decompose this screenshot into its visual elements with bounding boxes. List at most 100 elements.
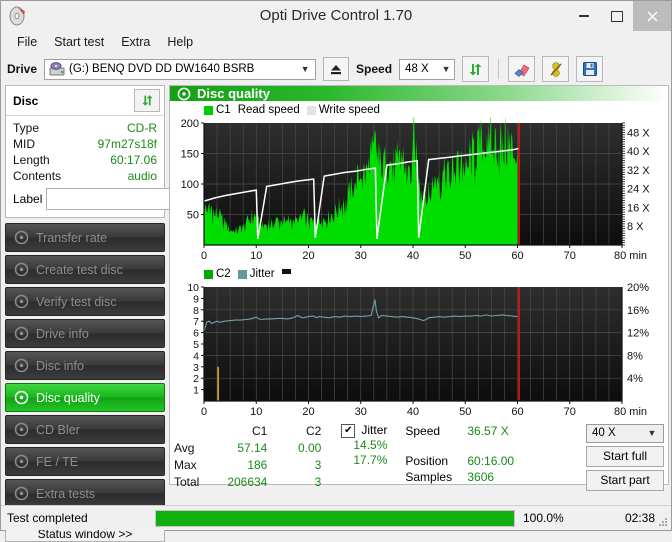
test-speed-select[interactable]: 40 X ▼ [586,424,664,443]
sidebar-item-label: Drive info [36,326,89,341]
stats-c2-value: 3 [314,458,322,472]
svg-text:60: 60 [511,406,523,418]
stats-col-c1: C1 [252,424,268,438]
progress-bar [155,509,515,527]
drive-value: (G:) BENQ DVD DD DW1640 BSRB [69,63,255,75]
svg-text:150: 150 [181,149,199,161]
start-part-button[interactable]: Start part [586,469,664,491]
window-controls [567,1,671,31]
svg-text:9: 9 [193,293,199,305]
stats-c2-value: 0.00 [298,441,322,455]
sidebar-item-transfer-rate[interactable]: Transfer rate [5,223,165,252]
legend-swatch [204,105,213,115]
disc-icon [14,358,29,373]
sidebar-item-create-test-disc[interactable]: Create test disc [5,255,165,284]
svg-text:3: 3 [193,362,199,374]
disc-key: Type [13,121,40,135]
svg-text:4%: 4% [627,373,643,385]
legend-swatch [237,269,247,279]
disc-value: 60:17.06 [110,153,157,167]
svg-text:7: 7 [193,316,199,328]
sidebar-item-disc-quality[interactable]: Disc quality [5,383,165,412]
sidebar-item-label: FE / TE [36,454,79,469]
menu-help[interactable]: Help [159,33,201,51]
sidebar-item-label: Verify test disc [36,294,117,309]
stats-header-row: C1 C2 [174,423,327,440]
refresh-button[interactable] [462,56,490,82]
disc-row-mid: MID 97m27s18f [13,136,157,152]
svg-text:1: 1 [193,385,199,397]
svg-text:40: 40 [407,406,419,418]
table-row: Total 206634 3 [174,474,327,491]
close-button[interactable] [633,1,671,31]
svg-text:100: 100 [181,179,199,191]
sidebar-item-extra-tests[interactable]: Extra tests [5,479,165,508]
drive-select[interactable]: (G:) BENQ DVD DD DW1640 BSRB ▼ [44,58,317,80]
erase-button[interactable] [508,56,536,82]
svg-text:8%: 8% [627,350,643,362]
maximize-button[interactable] [600,1,633,31]
toolbar-separator [498,59,500,79]
sidebar-item-cd-bler[interactable]: CD Bler [5,415,165,444]
menu-start-test[interactable]: Start test [46,33,112,51]
tools-button[interactable] [542,56,570,82]
legend-label: Read speed [237,104,300,116]
eject-button[interactable] [323,57,350,81]
minimize-button[interactable] [567,1,600,31]
sidebar-item-label: Extra tests [36,486,96,501]
chevron-down-icon: ▼ [300,64,310,74]
speed-label: Speed [356,62,393,76]
start-full-button[interactable]: Start full [586,445,664,467]
svg-text:24 X: 24 X [627,184,650,196]
svg-text:12%: 12% [627,328,649,340]
stats-row-label: Max [174,458,197,472]
svg-text:32 X: 32 X [627,165,650,177]
svg-text:8: 8 [193,305,199,317]
disc-value: audio [127,169,157,183]
stats-table: C1 C2 Avg 57.14 0.00 Max 186 3 Total 206… [174,423,327,491]
svg-text:16 X: 16 X [627,202,650,214]
menu-file[interactable]: File [9,33,45,51]
stats-c2-value: 3 [314,475,322,489]
svg-text:20: 20 [302,406,314,418]
sidebar-item-disc-info[interactable]: Disc info [5,351,165,380]
resize-grip[interactable] [657,516,668,527]
legend-c1: C1 [204,104,231,116]
test-speed-value: 40 X [592,427,616,440]
sidebar-item-label: CD Bler [36,422,80,437]
jitter-checkbox[interactable]: ✔ [341,423,356,438]
c2-jitter-chart: 0 10 20 30 40 50 60 70 80 min 1 2 3 4 5 6 7 8 9 10 4% 8% 12% 1… [172,281,666,421]
samples-caption: Samples [405,470,453,484]
sidebar-item-fe-te[interactable]: FE / TE [5,447,165,476]
svg-text:80 min: 80 min [614,406,647,418]
disc-panel-header: Disc [6,86,164,116]
save-button[interactable] [576,56,604,82]
status-bar: Test completed 100.0% 02:38 [1,505,671,530]
progress-percent: 100.0% [523,511,564,525]
stats-col-c2: C2 [306,424,322,438]
left-sidebar: Disc Type CD-R MID 97m27s18f Length 60:1… [5,85,253,542]
app-icon [7,5,29,27]
stats-c1-value: 206634 [227,475,268,489]
sidebar-item-verify-test-disc[interactable]: Verify test disc [5,287,165,316]
sidebar-item-label: Disc quality [36,390,100,405]
status-text: Test completed [7,511,88,525]
sidebar-item-drive-info[interactable]: Drive info [5,319,165,348]
speed-select[interactable]: 48 X ▼ [399,58,456,80]
position-reading: 60:16.00 [467,454,515,468]
menu-extra[interactable]: Extra [113,33,158,51]
legend-marker [281,268,291,274]
svg-text:4: 4 [193,350,199,362]
svg-text:16%: 16% [627,305,649,317]
svg-text:80 min: 80 min [614,250,647,262]
legend-label: Write speed [318,104,380,116]
legend-jitter: Jitter [237,268,275,280]
toolbar: Drive (G:) BENQ DVD DD DW1640 BSRB ▼ Spe… [1,53,671,85]
svg-text:20%: 20% [627,282,649,294]
chevron-down-icon: ▼ [647,428,657,439]
legend-label: C2 [216,268,231,280]
disc-refresh-button[interactable] [134,89,160,112]
svg-text:30: 30 [355,250,367,262]
svg-text:40: 40 [407,250,419,262]
disc-row-length: Length 60:17.06 [13,152,157,168]
